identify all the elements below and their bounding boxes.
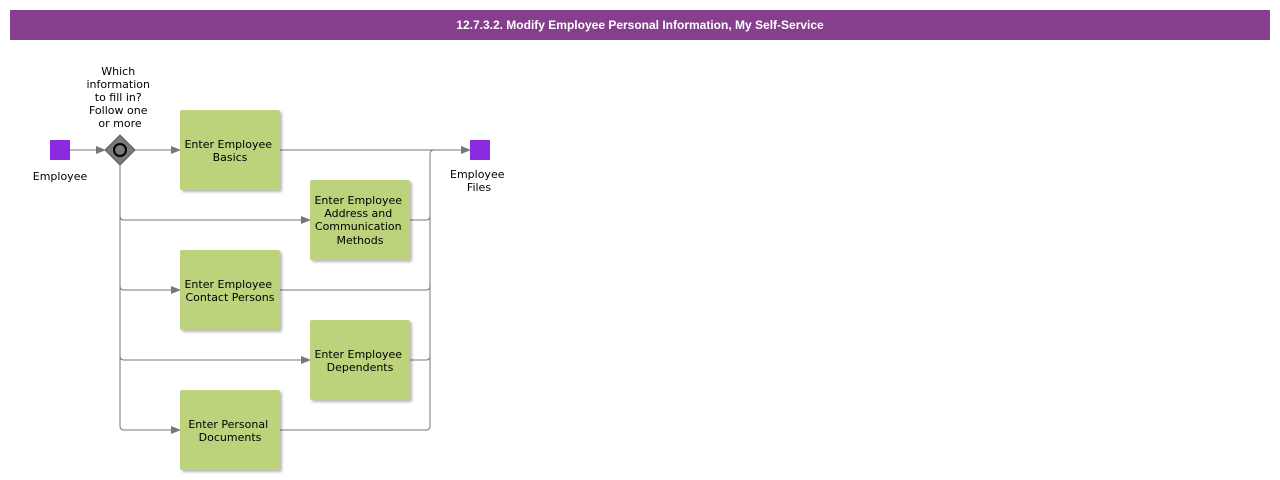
end-event[interactable] (470, 140, 490, 160)
gateway-inclusive-circle (113, 143, 127, 157)
connector-gateway-branch-trunk (119, 165, 181, 434)
process-diagram: Employee Which information to fill in? F… (33, 65, 508, 470)
task-enter-employee-contact-persons[interactable]: Enter Employee Contact Persons (180, 250, 280, 330)
task-label: Enter Employee Contact Persons (184, 278, 275, 304)
task-label: Enter Personal Documents (188, 418, 271, 444)
gateway[interactable] (104, 134, 136, 166)
task-enter-personal-documents[interactable]: Enter Personal Documents (180, 390, 280, 470)
connector-gateway-to-contacts (119, 285, 181, 294)
task-enter-employee-basics[interactable]: Enter Employee Basics (180, 110, 280, 190)
connector-contacts-to-merge (280, 285, 431, 291)
task-enter-employee-dependents[interactable]: Enter Employee Dependents (310, 320, 410, 400)
connector-address-to-merge (410, 215, 431, 221)
connector-dependents-to-merge (410, 355, 431, 361)
task-enter-employee-address[interactable]: Enter Employee Address and Communication… (310, 180, 410, 260)
connector-gateway-to-dependents (119, 355, 311, 364)
start-event[interactable] (50, 140, 70, 160)
end-event-label: Employee Files (450, 168, 508, 194)
connector-gateway-to-address (119, 215, 311, 224)
start-event-label: Employee (33, 170, 88, 183)
gateway-label: Which information to fill in? Follow one… (87, 65, 154, 130)
task-label: Enter Employee Dependents (314, 348, 405, 374)
